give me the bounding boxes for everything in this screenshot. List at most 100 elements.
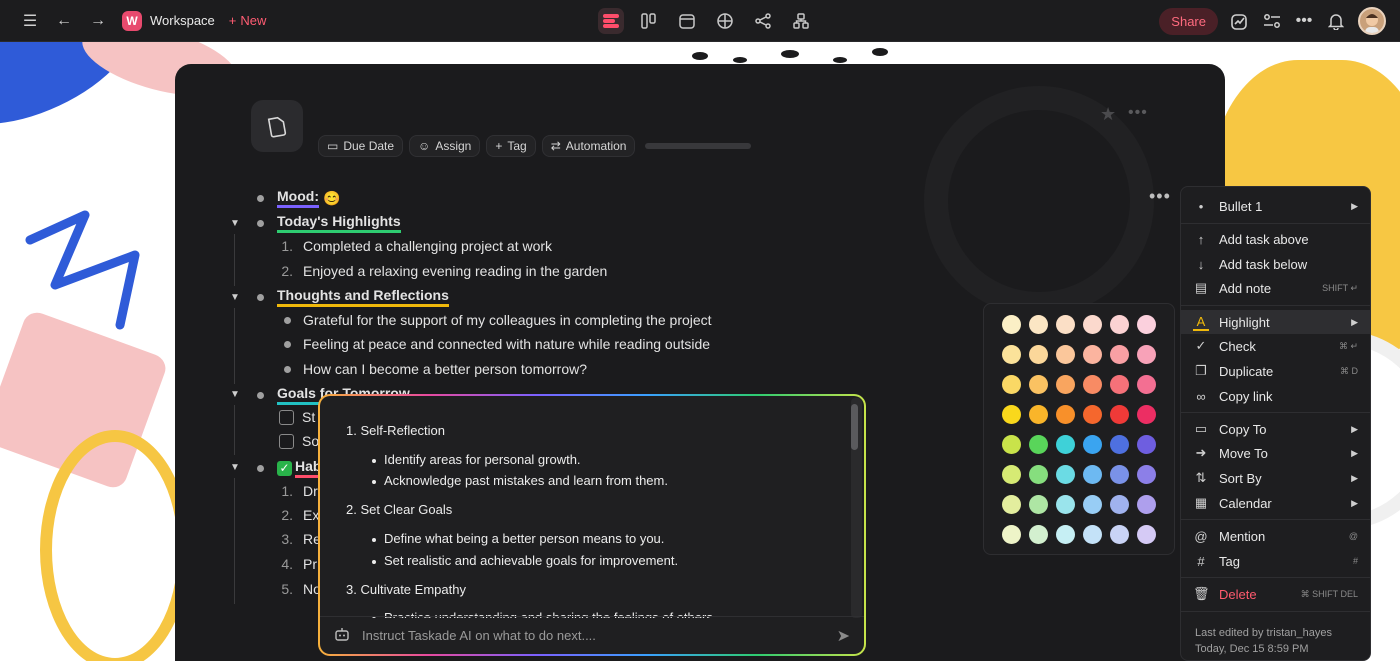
share-button[interactable]: Share (1159, 7, 1218, 35)
list-item[interactable]: 2. Enjoyed a relaxing evening reading in … (273, 263, 607, 279)
menu-item-bullet-type[interactable]: • Bullet 1 ▶ (1181, 194, 1370, 218)
more-options-icon[interactable]: ••• (1128, 104, 1148, 122)
list-item-thoughts[interactable]: Thoughts and Reflections (257, 287, 449, 307)
collapse-caret-icon[interactable]: ▼ (230, 292, 240, 303)
color-swatch[interactable] (1002, 405, 1021, 424)
color-swatch[interactable] (1110, 495, 1129, 514)
menu-item-copy-to[interactable]: ▭ Copy To ▶ (1181, 417, 1370, 441)
color-swatch[interactable] (1029, 375, 1048, 394)
menu-item-copy-link[interactable]: ∞ Copy link (1181, 384, 1370, 408)
list-item[interactable]: 4. Pr (273, 556, 317, 572)
list-item[interactable]: How can I become a better person tomorro… (284, 361, 587, 377)
org-chart-view-icon[interactable] (788, 8, 814, 34)
color-swatch[interactable] (1110, 525, 1129, 544)
scrollbar-thumb[interactable] (851, 404, 858, 450)
color-swatch[interactable] (1110, 465, 1129, 484)
list-item-highlights[interactable]: Today's Highlights (257, 213, 401, 233)
list-item[interactable]: 1. Dr (273, 483, 317, 499)
list-item[interactable]: Grateful for the support of my colleague… (284, 312, 712, 328)
color-swatch[interactable] (1083, 435, 1102, 454)
list-item[interactable]: 5. No (273, 581, 321, 597)
color-swatch[interactable] (1029, 525, 1048, 544)
color-swatch[interactable] (1110, 435, 1129, 454)
color-swatch[interactable] (1110, 315, 1129, 334)
menu-item-add-note[interactable]: ▤ Add note SHIFT ↵ (1181, 276, 1370, 300)
back-arrow-icon[interactable]: ← (54, 11, 74, 31)
collapse-caret-icon[interactable]: ▼ (230, 462, 240, 473)
task-item[interactable]: St (279, 409, 315, 425)
list-item[interactable]: 2. Ex (273, 507, 319, 523)
color-swatch[interactable] (1056, 435, 1075, 454)
color-swatch[interactable] (1002, 435, 1021, 454)
color-swatch[interactable] (1137, 315, 1156, 334)
list-view-icon[interactable] (598, 8, 624, 34)
ai-input-bar[interactable]: Instruct Taskade AI on what to do next..… (320, 616, 864, 654)
color-swatch[interactable] (1056, 525, 1075, 544)
color-swatch[interactable] (1002, 375, 1021, 394)
star-icon[interactable]: ★ (1100, 104, 1116, 125)
menu-item-add-task-below[interactable]: ↓ Add task below (1181, 252, 1370, 276)
scrollbar-track[interactable] (851, 398, 862, 618)
color-swatch[interactable] (1002, 495, 1021, 514)
color-swatch[interactable] (1056, 495, 1075, 514)
color-swatch[interactable] (1110, 405, 1129, 424)
color-swatch[interactable] (1002, 465, 1021, 484)
color-swatch[interactable] (1002, 315, 1021, 334)
menu-item-duplicate[interactable]: ❐ Duplicate ⌘ D (1181, 359, 1370, 383)
list-item[interactable]: Feeling at peace and connected with natu… (284, 336, 710, 352)
list-item-habits[interactable]: ✓ Hab (257, 458, 322, 478)
menu-item-mention[interactable]: @ Mention @ (1181, 524, 1370, 548)
menu-item-tag[interactable]: # Tag # (1181, 549, 1370, 573)
color-swatch[interactable] (1137, 345, 1156, 364)
menu-item-check[interactable]: ✓ Check ⌘ ↵ (1181, 334, 1370, 358)
color-swatch[interactable] (1029, 345, 1048, 364)
color-swatch[interactable] (1137, 525, 1156, 544)
table-view-icon[interactable] (712, 8, 738, 34)
list-item-mood[interactable]: Mood: 😊 (257, 188, 340, 208)
task-checkbox[interactable] (279, 433, 294, 449)
menu-item-add-task-above[interactable]: ↑ Add task above (1181, 227, 1370, 251)
color-swatch[interactable] (1083, 375, 1102, 394)
collapse-caret-icon[interactable]: ▼ (230, 389, 240, 400)
activity-icon[interactable] (1230, 11, 1250, 31)
send-icon[interactable]: ➤ (837, 626, 850, 646)
color-swatch[interactable] (1083, 495, 1102, 514)
color-swatch[interactable] (1029, 435, 1048, 454)
calendar-view-icon[interactable] (674, 8, 700, 34)
ai-input-field[interactable]: Instruct Taskade AI on what to do next..… (362, 628, 596, 643)
color-swatch[interactable] (1137, 375, 1156, 394)
mindmap-view-icon[interactable] (750, 8, 776, 34)
color-swatch[interactable] (1056, 405, 1075, 424)
filter-icon[interactable] (1262, 11, 1282, 31)
due-date-chip[interactable]: ▭ Due Date (318, 135, 404, 157)
bell-icon[interactable] (1326, 11, 1346, 31)
color-swatch[interactable] (1083, 525, 1102, 544)
forward-arrow-icon[interactable]: → (88, 11, 108, 31)
color-swatch[interactable] (1056, 375, 1075, 394)
workspace-badge[interactable]: W (122, 10, 142, 31)
task-item[interactable]: So (279, 433, 319, 449)
document-icon[interactable] (251, 100, 303, 152)
color-swatch[interactable] (1137, 495, 1156, 514)
avatar[interactable] (1358, 7, 1386, 35)
new-button[interactable]: + New (229, 13, 267, 28)
color-swatch[interactable] (1137, 405, 1156, 424)
color-swatch[interactable] (1137, 465, 1156, 484)
list-item[interactable]: 1. Completed a challenging project at wor… (273, 238, 552, 254)
color-swatch[interactable] (1029, 495, 1048, 514)
color-swatch[interactable] (1029, 315, 1048, 334)
collapse-caret-icon[interactable]: ▼ (230, 218, 240, 229)
menu-item-sort-by[interactable]: ⇅ Sort By ▶ (1181, 466, 1370, 490)
list-item[interactable]: 3. Re (273, 531, 321, 547)
color-swatch[interactable] (1029, 465, 1048, 484)
color-swatch[interactable] (1083, 345, 1102, 364)
color-swatch[interactable] (1002, 525, 1021, 544)
menu-item-move-to[interactable]: ➜ Move To ▶ (1181, 441, 1370, 465)
color-swatch[interactable] (1083, 405, 1102, 424)
color-swatch[interactable] (1137, 435, 1156, 454)
color-swatch[interactable] (1083, 315, 1102, 334)
menu-item-calendar[interactable]: ▦ Calendar ▶ (1181, 491, 1370, 515)
task-checkbox[interactable] (279, 409, 294, 425)
color-swatch[interactable] (1110, 375, 1129, 394)
color-swatch[interactable] (1029, 405, 1048, 424)
